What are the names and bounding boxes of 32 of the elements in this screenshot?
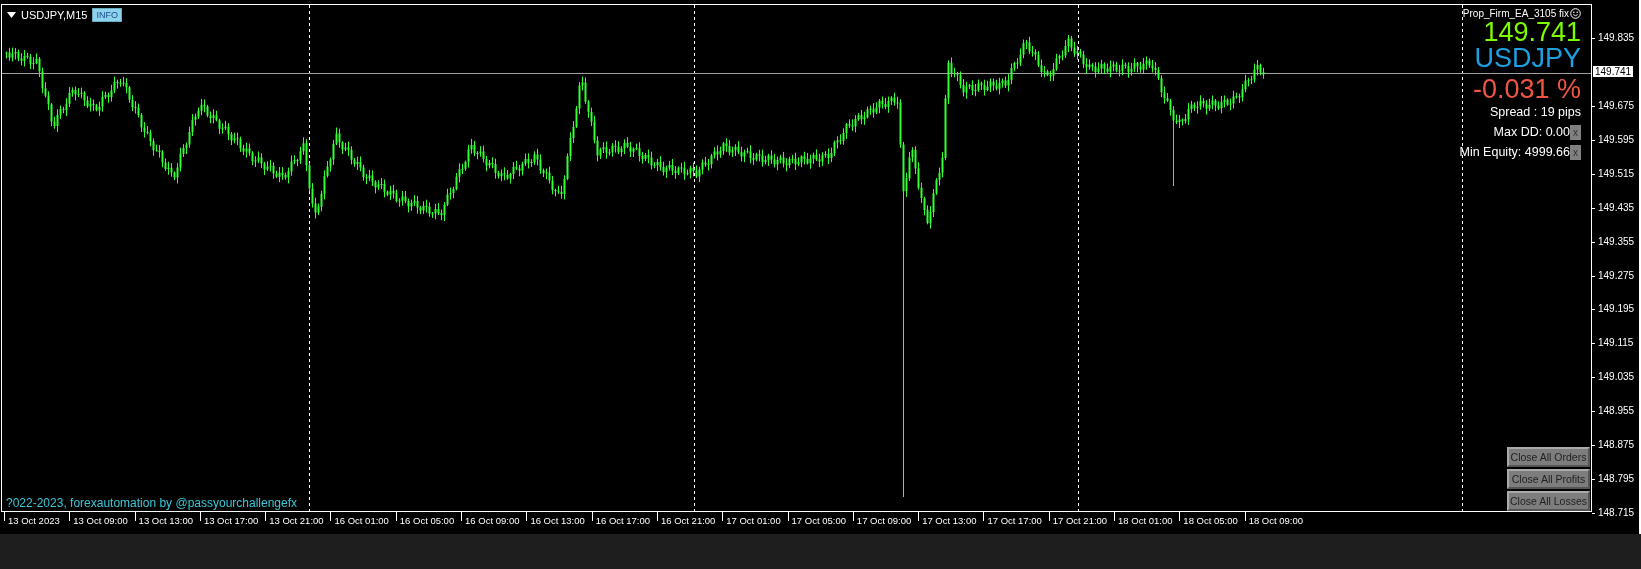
current-price-label: 149.741 — [1592, 65, 1635, 78]
reset-button[interactable]: x — [1570, 144, 1581, 160]
price-label: 149.435 — [1592, 201, 1635, 213]
price-label: 148.875 — [1592, 439, 1635, 451]
close-button[interactable]: Close All Orders — [1507, 447, 1590, 467]
stat-label: Min Equity: 4999.66 — [1459, 144, 1570, 161]
price-label: 148.955 — [1592, 405, 1635, 417]
price-label: 149.515 — [1592, 167, 1635, 179]
dropdown-icon[interactable] — [7, 12, 16, 18]
price-label: 149.835 — [1592, 32, 1635, 43]
price-label: 149.195 — [1592, 303, 1635, 315]
price-label: 149.115 — [1592, 337, 1634, 349]
stat-label: Max DD: 0.00 — [1493, 124, 1570, 141]
expert-name: Prop_Firm_EA_3105 fix — [1462, 8, 1569, 19]
info-badge[interactable]: INFO — [92, 8, 122, 22]
price-label: 149.355 — [1592, 235, 1635, 247]
price-label: 149.595 — [1592, 133, 1635, 145]
price-label: 149.035 — [1592, 371, 1635, 383]
smiley-icon — [1570, 8, 1581, 19]
close-button[interactable]: Close All Losses — [1507, 491, 1590, 511]
price-label: 149.675 — [1592, 99, 1635, 111]
bid-price: 149.741 — [1483, 19, 1581, 45]
reset-button[interactable]: x — [1570, 124, 1581, 140]
symbol-label: USDJPY — [1474, 45, 1581, 71]
price-label: 149.275 — [1592, 269, 1635, 281]
daily-change: -0.031 % — [1472, 76, 1581, 102]
copyright-text: ?022-2023, forexautomation by @passyourchallengefx — [6, 496, 298, 510]
chart-symbol: USDJPY,M15 — [21, 9, 88, 21]
spread-label: Spread : 19 pips — [1489, 104, 1581, 121]
close-button[interactable]: Close All Profits — [1507, 469, 1590, 489]
price-label: 148.795 — [1592, 473, 1635, 485]
price-label: 148.715 — [1592, 507, 1635, 518]
